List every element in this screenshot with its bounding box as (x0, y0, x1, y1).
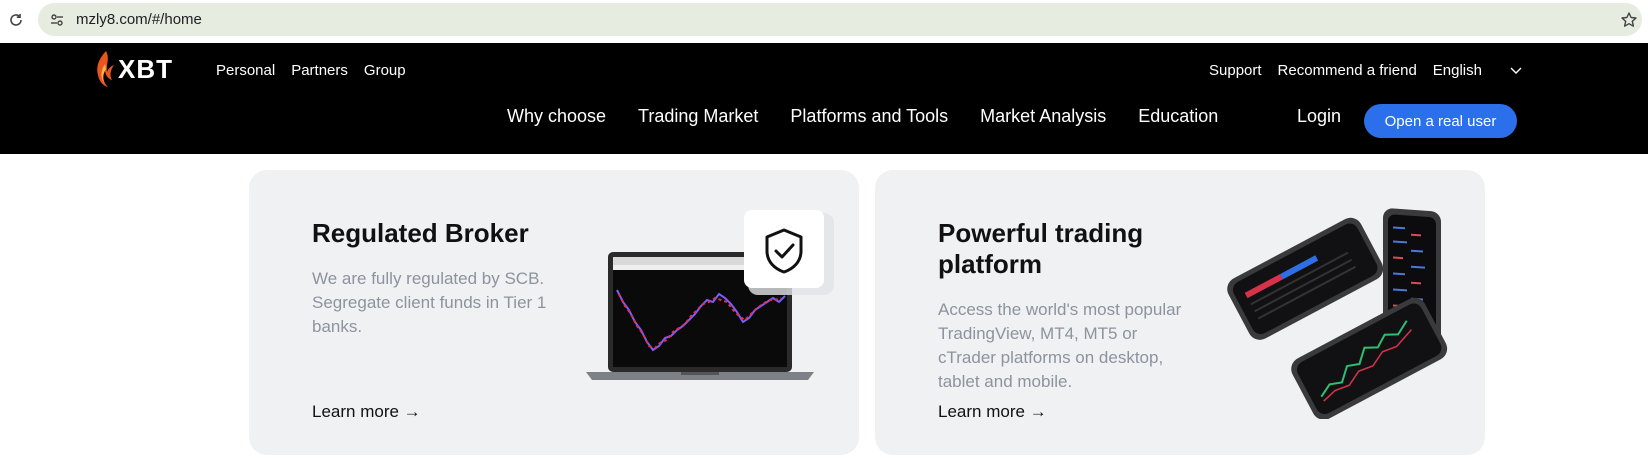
learn-more-link[interactable]: Learn more → (312, 402, 421, 422)
main-nav: Why choose Trading Market Platforms and … (507, 106, 1250, 127)
language-selector[interactable]: English (1433, 62, 1524, 79)
bookmark-star-icon[interactable] (1618, 9, 1640, 31)
language-label: English (1432, 62, 1482, 79)
nav-partners[interactable]: Partners (291, 62, 348, 79)
nav-market-analysis[interactable]: Market Analysis (980, 106, 1106, 127)
card-title: Powerful trading platform (938, 218, 1144, 279)
open-account-button[interactable]: Open a real user (1364, 104, 1517, 138)
reload-icon[interactable] (5, 9, 27, 31)
card-description: We are fully regulated by SCB. Segregate… (312, 269, 547, 336)
card-description: Access the world's most popular TradingV… (938, 300, 1182, 391)
laptop-chart-illustration (581, 210, 846, 390)
xbt-logo[interactable]: XBT (94, 49, 173, 89)
nav-education[interactable]: Education (1138, 106, 1218, 127)
login-link[interactable]: Login (1297, 106, 1341, 127)
site-header: XBT Personal Partners Group Support Reco… (0, 43, 1648, 154)
flame-logo-icon (97, 51, 114, 87)
support-link[interactable]: Support (1209, 62, 1262, 79)
phones-illustration (1215, 194, 1455, 420)
nav-personal[interactable]: Personal (216, 62, 275, 79)
nav-platforms-tools[interactable]: Platforms and Tools (790, 106, 948, 127)
address-bar[interactable]: mzly8.com/#/home (38, 3, 1642, 36)
card-title: Regulated Broker (312, 218, 529, 248)
learn-more-link[interactable]: Learn more → (938, 402, 1047, 422)
top-nav: Personal Partners Group (216, 62, 406, 79)
site-info-icon[interactable] (47, 10, 67, 30)
nav-group[interactable]: Group (364, 62, 406, 79)
logo-text: XBT (118, 53, 173, 84)
trading-platform-card: Powerful trading platform Access the wor… (875, 170, 1485, 455)
regulated-broker-card: Regulated Broker We are fully regulated … (249, 170, 859, 455)
nav-why-choose[interactable]: Why choose (507, 106, 606, 127)
utility-nav: Support Recommend a friend English (1209, 62, 1524, 79)
nav-trading-market[interactable]: Trading Market (638, 106, 758, 127)
url-text[interactable]: mzly8.com/#/home (76, 11, 202, 28)
recommend-friend-link[interactable]: Recommend a friend (1278, 62, 1417, 79)
chevron-down-icon (1510, 64, 1524, 78)
browser-toolbar: mzly8.com/#/home (0, 0, 1648, 43)
